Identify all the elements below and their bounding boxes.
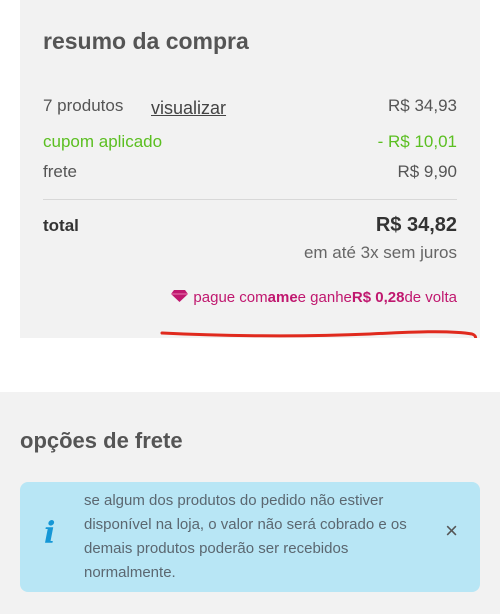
gem-icon <box>171 289 189 306</box>
shipping-value: R$ 9,90 <box>397 162 457 181</box>
shipping-row: frete R$ 9,90 <box>43 162 457 182</box>
shipping-options-section: opções de frete i se algum dos produtos … <box>0 392 500 614</box>
shipping-label: frete <box>43 162 78 181</box>
info-alert: i se algum dos produtos do pedido não es… <box>20 482 480 592</box>
close-icon[interactable]: × <box>445 520 458 542</box>
ame-middle: e ganhe <box>297 289 352 306</box>
total-label: total <box>43 216 79 235</box>
ame-amount: R$ 0,28 <box>351 289 405 306</box>
products-row: 7 produtos visualizar R$ 34,93 <box>43 96 457 119</box>
ame-prefix: pague com <box>193 289 268 306</box>
products-label: 7 produtos <box>43 96 124 115</box>
coupon-label: cupom aplicado <box>43 132 163 151</box>
info-icon: i <box>44 516 56 551</box>
summary-title: resumo da compra <box>43 28 249 54</box>
installments-text: em até 3x sem juros <box>303 243 457 262</box>
coupon-value: - R$ 10,01 <box>377 132 457 151</box>
section-gap <box>0 338 500 392</box>
ame-brand: ame <box>267 289 298 306</box>
coupon-row: cupom aplicado - R$ 10,01 <box>43 132 457 152</box>
view-products-link[interactable]: visualizar <box>151 98 226 119</box>
products-value: R$ 34,93 <box>388 96 457 115</box>
total-value: R$ 34,82 <box>375 214 457 236</box>
shipping-options-title: opções de frete <box>20 428 183 453</box>
ame-suffix: de volta <box>404 289 457 306</box>
divider <box>43 199 457 200</box>
ame-cashback-promo: pague com ame e ganhe R$ 0,28 de volta <box>171 289 457 306</box>
alert-text: se algum dos produtos do pedido não esti… <box>84 492 407 581</box>
purchase-summary-card: resumo da compra 7 produtos visualizar R… <box>20 0 480 338</box>
